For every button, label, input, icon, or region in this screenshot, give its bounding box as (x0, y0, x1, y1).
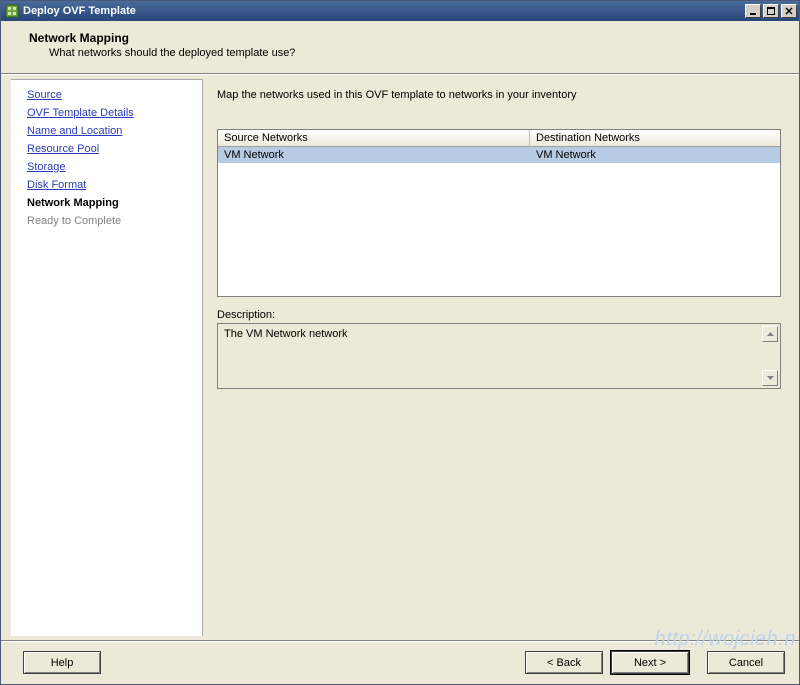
sidebar-item-ovf-details[interactable]: OVF Template Details (11, 104, 202, 122)
description-label: Description: (217, 309, 781, 321)
titlebar: Deploy OVF Template (1, 1, 799, 21)
window-title: Deploy OVF Template (23, 5, 743, 17)
maximize-button[interactable] (763, 4, 779, 18)
wizard-body: Source OVF Template Details Name and Loc… (1, 75, 799, 640)
wizard-header: Network Mapping What networks should the… (1, 21, 799, 74)
sidebar-item-disk-format[interactable]: Disk Format (11, 176, 202, 194)
sidebar-item-source[interactable]: Source (11, 86, 202, 104)
back-button[interactable]: < Back (525, 651, 603, 674)
help-button[interactable]: Help (23, 651, 101, 674)
sidebar-item-resource-pool[interactable]: Resource Pool (11, 140, 202, 158)
wizard-footer: Help < Back Next > Cancel (1, 640, 799, 684)
column-destination-networks[interactable]: Destination Networks (530, 130, 780, 147)
step-description: What networks should the deployed templa… (49, 47, 779, 59)
table-header: Source Networks Destination Networks (218, 130, 780, 147)
network-mapping-table: Source Networks Destination Networks VM … (217, 129, 781, 297)
step-title: Network Mapping (29, 31, 779, 45)
window-controls (743, 4, 797, 18)
cancel-button[interactable]: Cancel (707, 651, 785, 674)
column-source-networks[interactable]: Source Networks (218, 130, 530, 147)
cell-source: VM Network (218, 147, 530, 163)
description-text: The VM Network network (224, 328, 347, 340)
next-button[interactable]: Next > (611, 651, 689, 674)
wizard-main-content: Map the networks used in this OVF templa… (203, 75, 799, 640)
scroll-up-button[interactable] (762, 326, 778, 342)
close-button[interactable] (781, 4, 797, 18)
cell-destination[interactable]: VM Network (530, 147, 780, 163)
sidebar-item-storage[interactable]: Storage (11, 158, 202, 176)
wizard-window: Deploy OVF Template Network Mapping What… (0, 0, 800, 685)
sidebar-item-network-mapping: Network Mapping (11, 194, 202, 212)
mapping-instruction: Map the networks used in this OVF templa… (217, 89, 781, 101)
wizard-steps-sidebar: Source OVF Template Details Name and Loc… (11, 79, 203, 636)
sidebar-item-ready-complete: Ready to Complete (11, 212, 202, 230)
sidebar-item-name-location[interactable]: Name and Location (11, 122, 202, 140)
app-icon (5, 4, 19, 18)
minimize-button[interactable] (745, 4, 761, 18)
description-box: The VM Network network (217, 323, 781, 389)
scroll-down-button[interactable] (762, 370, 778, 386)
table-row[interactable]: VM Network VM Network (218, 147, 780, 163)
table-body: VM Network VM Network (218, 147, 780, 296)
